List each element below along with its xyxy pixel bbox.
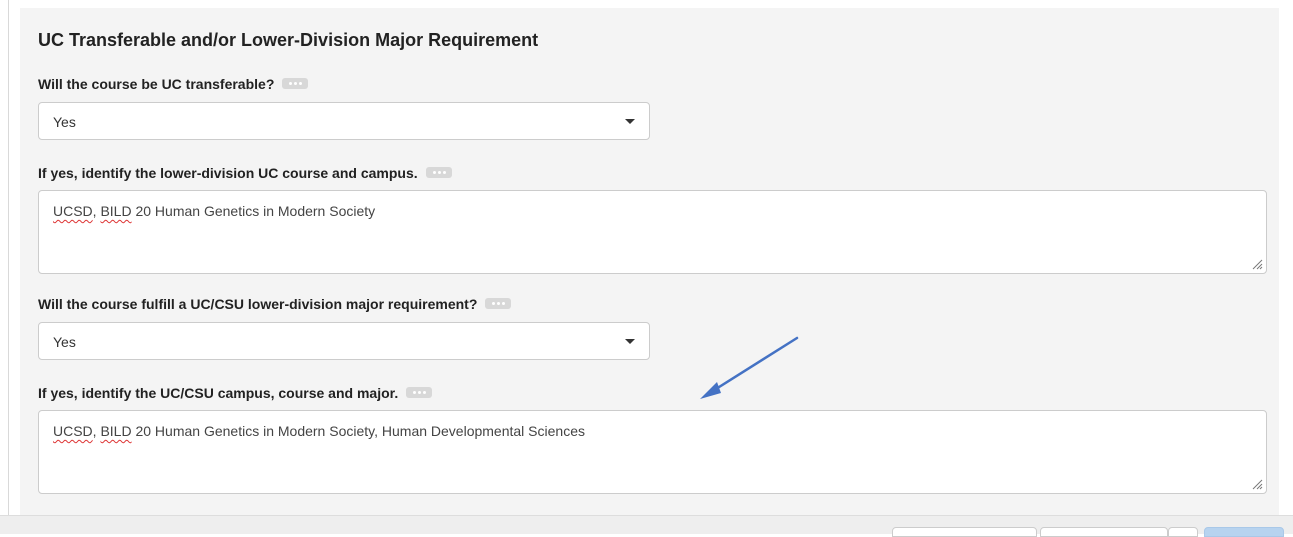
more-options-icon[interactable]	[406, 386, 433, 398]
resize-handle-icon[interactable]	[1251, 478, 1263, 490]
caret-down-icon	[625, 119, 635, 124]
textarea-content: UCSD, BILD 20 Human Genetics in Modern S…	[53, 423, 585, 439]
question-label-text: If yes, identify the UC/CSU campus, cour…	[38, 385, 399, 401]
question-label-text: Will the course fulfill a UC/CSU lower-d…	[38, 296, 478, 312]
spellcheck-word: BILD	[100, 423, 132, 439]
textarea-content: UCSD, BILD 20 Human Genetics in Modern S…	[53, 203, 375, 219]
footer-button[interactable]	[1040, 527, 1168, 537]
select-value: Yes	[53, 114, 76, 130]
campus-course-major-textarea[interactable]: UCSD, BILD 20 Human Genetics in Modern S…	[38, 410, 1267, 494]
section-title: UC Transferable and/or Lower-Division Ma…	[38, 30, 539, 50]
uc-course-campus-textarea[interactable]: UCSD, BILD 20 Human Genetics in Modern S…	[38, 190, 1267, 274]
footer-button[interactable]	[892, 527, 1037, 537]
spellcheck-word: UCSD	[53, 203, 93, 219]
select-value: Yes	[53, 334, 76, 350]
more-options-icon[interactable]	[485, 297, 512, 309]
question-label-text: If yes, identify the lower-division UC c…	[38, 165, 418, 181]
text-fragment: 20 Human Genetics in Modern Society	[131, 203, 376, 219]
left-border-line	[8, 0, 9, 515]
question-uc-course-campus-label: If yes, identify the lower-division UC c…	[38, 165, 452, 181]
question-label-text: Will the course be UC transferable?	[38, 76, 275, 92]
footer-dropdown-button[interactable]	[1168, 527, 1198, 537]
question-uc-transferable-label: Will the course be UC transferable?	[38, 76, 309, 92]
resize-handle-icon[interactable]	[1251, 258, 1263, 270]
more-options-icon[interactable]	[425, 166, 452, 178]
question-major-requirement-label: Will the course fulfill a UC/CSU lower-d…	[38, 296, 512, 312]
spellcheck-word: UCSD	[53, 423, 93, 439]
question-campus-course-major-label: If yes, identify the UC/CSU campus, cour…	[38, 385, 433, 401]
spellcheck-word: BILD	[100, 203, 132, 219]
text-fragment: 20 Human Genetics in Modern Society, Hum…	[131, 423, 585, 439]
more-options-icon[interactable]	[282, 77, 309, 89]
footer-primary-button[interactable]	[1204, 527, 1284, 537]
annotation-arrow-icon	[700, 336, 799, 399]
uc-transferable-select[interactable]: Yes	[38, 102, 650, 140]
major-requirement-select[interactable]: Yes	[38, 322, 650, 360]
caret-down-icon	[625, 339, 635, 344]
